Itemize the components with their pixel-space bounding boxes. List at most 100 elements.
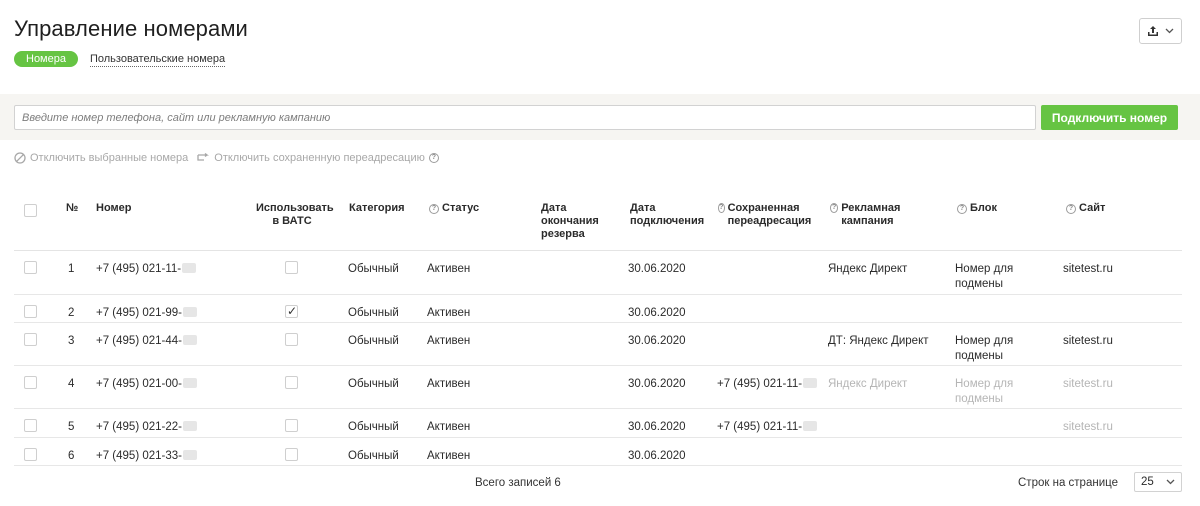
row-number-text: +7 (495) 021-33- xyxy=(96,450,182,462)
row-status-text: Активен xyxy=(427,335,471,347)
row-category-text: Обычный xyxy=(348,378,399,390)
chevron-down-icon xyxy=(1166,479,1175,485)
row-block-text: Номер для подмены xyxy=(955,378,1014,405)
row-status-text: Активен xyxy=(427,263,471,275)
row-connect-date-text: 30.06.2020 xyxy=(628,335,686,347)
select-all-checkbox[interactable] xyxy=(24,204,37,217)
rows-per-page-label: Строк на странице xyxy=(1018,477,1118,489)
row-vats-checkbox[interactable] xyxy=(285,419,298,432)
header-use-vats: Использовать в ВАТС xyxy=(256,202,334,227)
row-campaign: ДТ: Яндекс Директ xyxy=(828,334,929,349)
header-site: ? Сайт xyxy=(1066,202,1105,215)
redacted-digits xyxy=(803,378,818,388)
row-number-text: +7 (495) 021-22- xyxy=(96,421,182,433)
ban-icon xyxy=(14,152,26,164)
row-select-checkbox[interactable] xyxy=(24,419,37,432)
row-num: 3 xyxy=(68,334,74,349)
row-status-text: Активен xyxy=(427,378,471,390)
row-vats-checkbox[interactable] xyxy=(285,448,298,461)
row-connect-date-text: 30.06.2020 xyxy=(628,450,686,462)
row-num: 5 xyxy=(68,420,74,435)
row-num-text: 2 xyxy=(68,307,75,319)
row-number: +7 (495) 021-22- xyxy=(96,420,197,435)
row-campaign: Яндекс Директ xyxy=(828,262,907,277)
header-status-label: Статус xyxy=(442,202,480,214)
row-select-checkbox[interactable] xyxy=(24,305,37,318)
row-saved-forward: +7 (495) 021-11- xyxy=(717,377,818,392)
row-status: Активен xyxy=(427,449,470,464)
header-saved-forward: ? Сохраненная переадресация xyxy=(718,202,818,228)
table-row[interactable]: 1 +7 (495) 021-11- Обычный Активен 30.06.202… xyxy=(14,251,1182,295)
row-block-text: Номер для подмены xyxy=(955,263,1014,290)
row-number-text: +7 (495) 021-00- xyxy=(96,378,182,390)
disconnect-selected-action[interactable]: Отключить выбранные номера xyxy=(14,152,188,164)
row-status: Активен xyxy=(427,334,470,349)
tab-numbers[interactable]: Номера xyxy=(14,51,78,67)
page-size-select[interactable]: 25 xyxy=(1134,472,1182,492)
export-button[interactable] xyxy=(1139,18,1182,44)
row-saved-forward: +7 (495) 021-11- xyxy=(717,420,818,435)
row-block-text: Номер для подмены xyxy=(955,335,1014,362)
row-category-text: Обычный xyxy=(348,263,399,275)
table-row[interactable]: 3 +7 (495) 021-44- Обычный Активен 30.06.202… xyxy=(14,323,1182,366)
row-status: Активен xyxy=(427,262,470,277)
table-row[interactable]: 5 +7 (495) 021-22- Обычный Активен 30.06.202… xyxy=(14,409,1182,438)
table-row[interactable]: 6 +7 (495) 021-33- Обычный Активен 30.06.202… xyxy=(14,438,1182,466)
row-campaign-text: ДТ: Яндекс Директ xyxy=(828,335,929,347)
table-row[interactable]: 2 +7 (495) 021-99- Обычный Активен 30.06.202… xyxy=(14,295,1182,323)
disconnect-forwarding-action[interactable]: Отключить сохраненную переадресацию ? xyxy=(197,152,439,164)
row-select-checkbox[interactable] xyxy=(24,376,37,389)
row-connect-date: 30.06.2020 xyxy=(628,420,686,435)
row-select-checkbox[interactable] xyxy=(24,333,37,346)
row-number: +7 (495) 021-33- xyxy=(96,449,197,464)
row-number: +7 (495) 021-00- xyxy=(96,377,197,392)
table-row[interactable]: 4 +7 (495) 021-00- Обычный Активен 30.06.202… xyxy=(14,366,1182,409)
row-number-text: +7 (495) 021-44- xyxy=(96,335,182,347)
row-vats-checkbox[interactable] xyxy=(285,333,298,346)
row-select-checkbox[interactable] xyxy=(24,261,37,274)
row-site-text: sitetest.ru xyxy=(1063,421,1113,433)
row-connect-date-text: 30.06.2020 xyxy=(628,378,686,390)
header-block-label: Блок xyxy=(970,202,997,214)
row-block: Номер для подмены xyxy=(955,377,1035,407)
help-icon[interactable]: ? xyxy=(957,203,967,214)
row-select-checkbox[interactable] xyxy=(24,448,37,461)
help-icon[interactable]: ? xyxy=(428,153,439,163)
tab-user-numbers[interactable]: Пользовательские номера xyxy=(89,52,226,67)
row-category: Обычный xyxy=(348,377,399,392)
row-status: Активен xyxy=(427,420,470,435)
help-icon[interactable]: ? xyxy=(1066,203,1076,214)
upload-icon xyxy=(1148,26,1158,36)
row-category-text: Обычный xyxy=(348,307,399,319)
bulk-actions: Отключить выбранные номера Отключить сох… xyxy=(14,152,439,164)
search-input[interactable] xyxy=(14,105,1036,130)
help-icon[interactable]: ? xyxy=(718,203,725,213)
disconnect-selected-label: Отключить выбранные номера xyxy=(30,152,189,164)
row-category: Обычный xyxy=(348,334,399,349)
row-vats-checkbox[interactable] xyxy=(285,304,298,318)
row-vats-checkbox[interactable] xyxy=(285,376,298,389)
help-icon[interactable]: ? xyxy=(830,203,839,213)
row-site: sitetest.ru xyxy=(1063,262,1113,277)
connect-number-button[interactable]: Подключить номер xyxy=(1041,105,1178,130)
redacted-digits xyxy=(183,421,197,431)
header-connect-date: Дата подключения xyxy=(630,202,705,227)
row-campaign-text: Яндекс Директ xyxy=(828,263,908,275)
row-category-text: Обычный xyxy=(348,421,399,433)
page-size-value: 25 xyxy=(1141,476,1154,488)
row-number: +7 (495) 021-11- xyxy=(96,262,197,277)
redacted-digits xyxy=(183,450,197,460)
help-icon[interactable]: ? xyxy=(429,203,439,214)
row-vats-checkbox[interactable] xyxy=(285,261,298,274)
header-block: ? Блок xyxy=(957,202,997,215)
row-connect-date-text: 30.06.2020 xyxy=(628,263,686,275)
header-category: Категория xyxy=(349,202,405,214)
header-site-label: Сайт xyxy=(1079,202,1106,214)
header-campaign: ? Рекламная кампания xyxy=(830,202,930,228)
row-num-text: 1 xyxy=(68,263,75,275)
header-campaign-label: Рекламная кампания xyxy=(841,202,901,227)
row-site-text: sitetest.ru xyxy=(1063,263,1113,275)
header-reserve-end: Дата окончания резерва xyxy=(541,202,599,240)
row-category: Обычный xyxy=(348,420,399,435)
row-site-text: sitetest.ru xyxy=(1063,335,1113,347)
